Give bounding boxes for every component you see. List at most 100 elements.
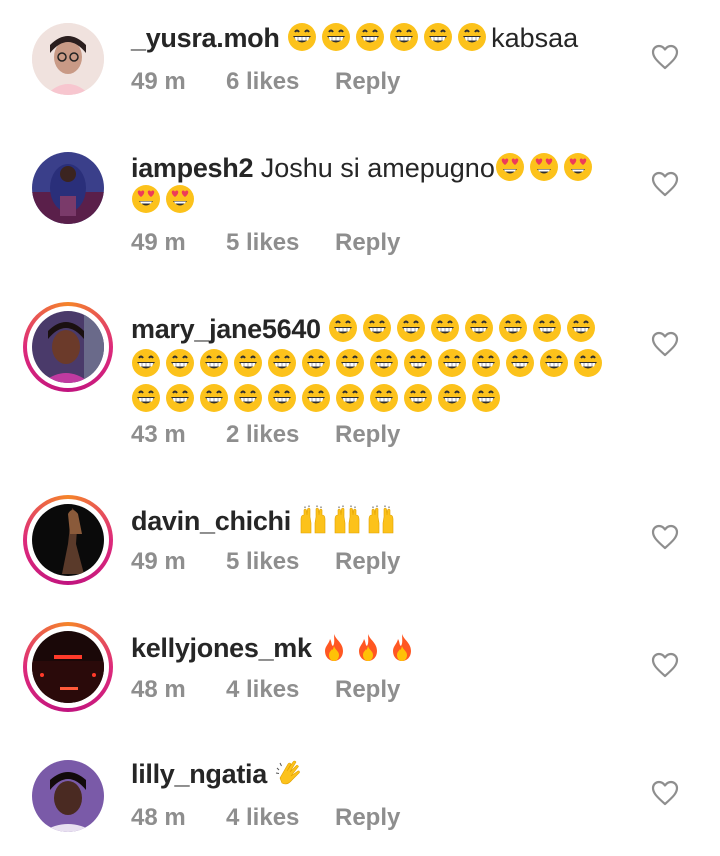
comment-username[interactable]: kellyjones_mk xyxy=(131,633,312,663)
comment-time: 48 m xyxy=(131,804,186,831)
grin-emoji-icon xyxy=(498,313,528,343)
heart-outline-icon[interactable] xyxy=(651,331,679,357)
grin-emoji-icon xyxy=(369,383,399,413)
comment-time: 43 m xyxy=(131,421,186,448)
grin-emoji-icon xyxy=(457,22,487,52)
comment-likes[interactable]: 6 likes xyxy=(226,68,299,96)
grin-emoji-icon xyxy=(532,313,562,343)
comment-time: 49 m xyxy=(131,548,186,575)
grin-emoji-icon xyxy=(539,348,569,378)
emoji-group xyxy=(287,23,491,53)
avatar[interactable] xyxy=(32,152,104,224)
emoji-group xyxy=(298,505,400,536)
comment-item: kellyjones_mk 48 m 4 likes Reply xyxy=(0,622,720,742)
avatar[interactable] xyxy=(23,622,113,712)
fire-emoji-icon xyxy=(353,632,383,662)
grin-emoji-icon xyxy=(566,313,596,343)
grin-emoji-icon xyxy=(233,383,263,413)
reply-button[interactable]: Reply xyxy=(335,804,400,832)
comment-likes[interactable]: 2 likes xyxy=(226,421,299,449)
grin-emoji-icon xyxy=(362,313,392,343)
grin-emoji-icon xyxy=(396,313,426,343)
grin-emoji-icon xyxy=(165,383,195,413)
reply-button[interactable]: Reply xyxy=(335,229,400,257)
comment-item: iampesh2 Joshu si amepugno 49 m 5 likes … xyxy=(0,140,720,285)
comment-text: _yusra.moh kabsaa xyxy=(131,22,621,54)
clapping-hands-emoji-icon xyxy=(274,758,304,788)
comment-likes[interactable]: 5 likes xyxy=(226,229,299,257)
grin-emoji-icon xyxy=(301,348,331,378)
heart-outline-icon[interactable] xyxy=(651,44,679,70)
comment-username[interactable]: davin_chichi xyxy=(131,506,291,536)
emoji-group xyxy=(274,759,308,789)
grin-emoji-icon xyxy=(437,383,467,413)
comment-text: kellyjones_mk xyxy=(131,632,621,664)
comment-likes[interactable]: 4 likes xyxy=(226,676,299,704)
grin-emoji-icon xyxy=(471,348,501,378)
grin-emoji-icon xyxy=(505,348,535,378)
avatar[interactable] xyxy=(23,302,113,392)
comment-text: lilly_ngatia xyxy=(131,758,621,790)
comment-username[interactable]: lilly_ngatia xyxy=(131,759,267,789)
grin-emoji-icon xyxy=(403,348,433,378)
grin-emoji-icon xyxy=(389,22,419,52)
grin-emoji-icon xyxy=(321,22,351,52)
heart-eyes-emoji-icon xyxy=(529,152,559,182)
comment-item: mary_jane5640 43 m 2 likes Reply xyxy=(0,300,720,470)
comment-username[interactable]: mary_jane5640 xyxy=(131,314,321,344)
comment-text: mary_jane5640 xyxy=(131,312,621,417)
comment-likes[interactable]: 5 likes xyxy=(226,548,299,576)
grin-emoji-icon xyxy=(335,348,365,378)
avatar[interactable] xyxy=(32,23,104,95)
grin-emoji-icon xyxy=(430,313,460,343)
comment-text: davin_chichi xyxy=(131,505,621,537)
grin-emoji-icon xyxy=(471,383,501,413)
emoji-group xyxy=(319,633,421,663)
grin-emoji-icon xyxy=(437,348,467,378)
reply-button[interactable]: Reply xyxy=(335,421,400,449)
heart-eyes-emoji-icon xyxy=(495,152,525,182)
comment-item: lilly_ngatia 48 m 4 likes Reply xyxy=(0,750,720,856)
grin-emoji-icon xyxy=(335,383,365,413)
heart-outline-icon[interactable] xyxy=(651,171,679,197)
comment-item: davin_chichi 49 m 5 likes Reply xyxy=(0,495,720,615)
reply-button[interactable]: Reply xyxy=(335,676,400,704)
grin-emoji-icon xyxy=(131,383,161,413)
grin-emoji-icon xyxy=(403,383,433,413)
heart-outline-icon[interactable] xyxy=(651,780,679,806)
heart-eyes-emoji-icon xyxy=(563,152,593,182)
comment-likes[interactable]: 4 likes xyxy=(226,804,299,832)
comment-text: iampesh2 Joshu si amepugno xyxy=(131,152,621,216)
grin-emoji-icon xyxy=(267,383,297,413)
reply-button[interactable]: Reply xyxy=(335,68,400,96)
grin-emoji-icon xyxy=(328,313,358,343)
comment-time: 49 m xyxy=(131,68,186,95)
heart-outline-icon[interactable] xyxy=(651,524,679,550)
comment-username[interactable]: iampesh2 xyxy=(131,153,253,183)
grin-emoji-icon xyxy=(165,348,195,378)
avatar[interactable] xyxy=(32,760,104,832)
heart-eyes-emoji-icon xyxy=(131,184,161,214)
raised-hands-emoji-icon xyxy=(298,505,328,535)
raised-hands-emoji-icon xyxy=(366,505,396,535)
comment-time: 49 m xyxy=(131,229,186,256)
comment-message: Joshu si amepugno xyxy=(260,153,495,183)
grin-emoji-icon xyxy=(355,22,385,52)
raised-hands-emoji-icon xyxy=(332,505,362,535)
grin-emoji-icon xyxy=(301,383,331,413)
comment-time: 48 m xyxy=(131,676,186,703)
heart-outline-icon[interactable] xyxy=(651,652,679,678)
grin-emoji-icon xyxy=(287,22,317,52)
comment-username[interactable]: _yusra.moh xyxy=(131,23,280,53)
heart-eyes-emoji-icon xyxy=(165,184,195,214)
reply-button[interactable]: Reply xyxy=(335,548,400,576)
grin-emoji-icon xyxy=(131,348,161,378)
grin-emoji-icon xyxy=(267,348,297,378)
grin-emoji-icon xyxy=(423,22,453,52)
comment-item: _yusra.moh kabsaa 49 m 6 likes Reply xyxy=(0,0,720,140)
avatar[interactable] xyxy=(23,495,113,585)
grin-emoji-icon xyxy=(464,313,494,343)
grin-emoji-icon xyxy=(369,348,399,378)
grin-emoji-icon xyxy=(573,348,603,378)
grin-emoji-icon xyxy=(199,383,229,413)
